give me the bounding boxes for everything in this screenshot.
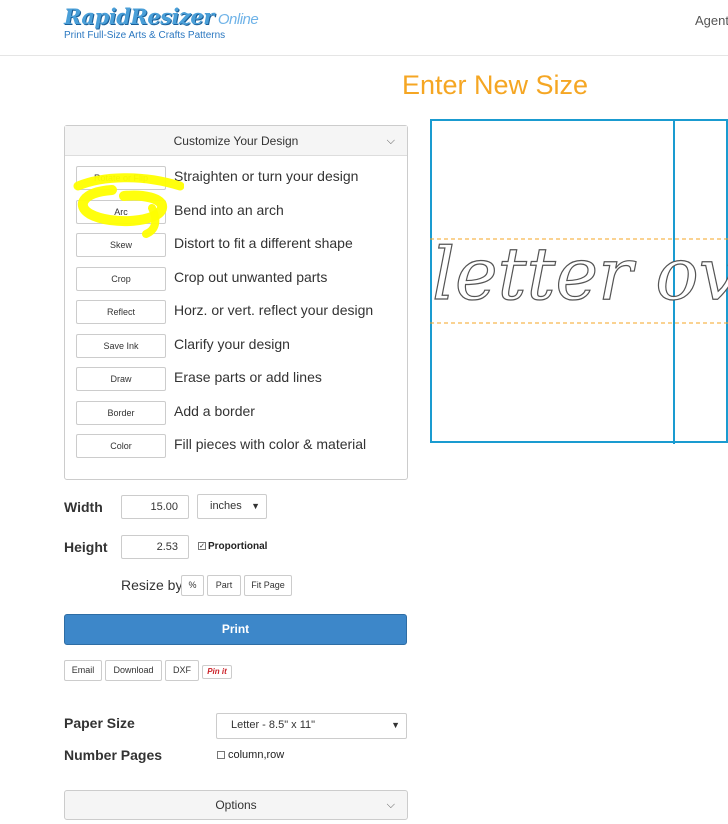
skew-button[interactable]: Skew [76, 233, 166, 257]
options-panel-header[interactable]: Options ⌵ [64, 790, 408, 820]
email-button[interactable]: Email [64, 660, 102, 681]
unit-select-value: inches [210, 500, 242, 512]
paper-size-label: Paper Size [64, 715, 135, 731]
preview-canvas: letter ov [430, 119, 728, 444]
reflect-button[interactable]: Reflect [76, 300, 166, 324]
draw-button[interactable]: Draw [76, 367, 166, 391]
logo-main: RapidResizer [64, 4, 214, 29]
tool-row-border: Border Add a border [76, 401, 396, 425]
print-button[interactable]: Print [64, 614, 407, 645]
tool-desc: Straighten or turn your design [174, 168, 359, 184]
dxf-button[interactable]: DXF [165, 660, 199, 681]
pattern-preview[interactable]: letter ov [430, 119, 728, 444]
proportional-label: Proportional [208, 541, 268, 552]
unit-select[interactable]: inches ▼ [197, 494, 267, 519]
tool-row-draw: Draw Erase parts or add lines [76, 367, 396, 391]
chevron-down-icon[interactable]: ⌵ [387, 126, 395, 156]
logo-sub: Online [217, 11, 259, 28]
preview-text: letter ov [432, 232, 728, 316]
customize-panel-header[interactable]: Customize Your Design ⌵ [65, 126, 407, 156]
resize-part-button[interactable]: Part [207, 575, 241, 596]
caret-down-icon: ▼ [391, 720, 400, 730]
tool-row-save-ink: Save Ink Clarify your design [76, 334, 396, 358]
site-logo[interactable]: RapidResizer Online [64, 4, 259, 29]
nav-agent-link[interactable]: Agent [695, 13, 728, 28]
paper-size-value: Letter - 8.5" x 11" [231, 719, 316, 731]
tool-desc: Erase parts or add lines [174, 369, 322, 385]
fit-page-button[interactable]: Fit Page [244, 575, 292, 596]
tool-row-rotate: Rotate or Flip Straighten or turn your d… [76, 166, 396, 190]
customize-panel-title: Customize Your Design [173, 134, 299, 148]
pinterest-button[interactable]: Pin it [202, 665, 232, 679]
width-input[interactable]: 15.00 [121, 495, 189, 519]
save-ink-button[interactable]: Save Ink [76, 334, 166, 358]
tool-desc: Fill pieces with color & material [174, 436, 367, 452]
caret-down-icon: ▼ [251, 501, 260, 511]
tool-row-color: Color Fill pieces with color & material [76, 434, 396, 458]
height-label: Height [64, 539, 108, 555]
crop-button[interactable]: Crop [76, 267, 166, 291]
color-button[interactable]: Color [76, 434, 166, 458]
tool-row-skew: Skew Distort to fit a different shape [76, 233, 396, 257]
tool-desc: Clarify your design [174, 336, 290, 352]
number-pages-checkbox[interactable] [217, 751, 225, 759]
number-pages-label: Number Pages [64, 747, 163, 763]
tool-row-reflect: Reflect Horz. or vert. reflect your desi… [76, 300, 396, 324]
height-input[interactable]: 2.53 [121, 535, 189, 559]
tool-row-arc: Arc Bend into an arch [76, 200, 396, 224]
width-label: Width [64, 499, 103, 515]
customize-panel: Customize Your Design ⌵ Rotate or Flip S… [64, 125, 408, 480]
number-pages-option: column,row [228, 749, 285, 761]
rotate-flip-button[interactable]: Rotate or Flip [76, 166, 166, 190]
resize-percent-button[interactable]: % [181, 575, 204, 596]
tool-row-crop: Crop Crop out unwanted parts [76, 267, 396, 291]
arc-button[interactable]: Arc [76, 200, 166, 224]
options-title: Options [215, 798, 257, 812]
tool-desc: Bend into an arch [174, 202, 284, 218]
resize-by-label: Resize by [121, 577, 183, 593]
site-tagline: Print Full-Size Arts & Crafts Patterns [64, 30, 226, 41]
tool-desc: Crop out unwanted parts [174, 269, 328, 285]
tool-desc: Horz. or vert. reflect your design [174, 302, 374, 318]
tool-desc: Add a border [174, 403, 255, 419]
border-button[interactable]: Border [76, 401, 166, 425]
download-button[interactable]: Download [105, 660, 162, 681]
chevron-down-icon[interactable]: ⌵ [387, 791, 395, 819]
tool-desc: Distort to fit a different shape [174, 235, 353, 251]
proportional-checkbox[interactable]: ✓ [198, 542, 206, 550]
paper-size-select[interactable]: Letter - 8.5" x 11" ▼ [216, 713, 407, 739]
page-title: Enter New Size [402, 70, 589, 100]
site-header: RapidResizer Online Print Full-Size Arts … [0, 0, 728, 56]
